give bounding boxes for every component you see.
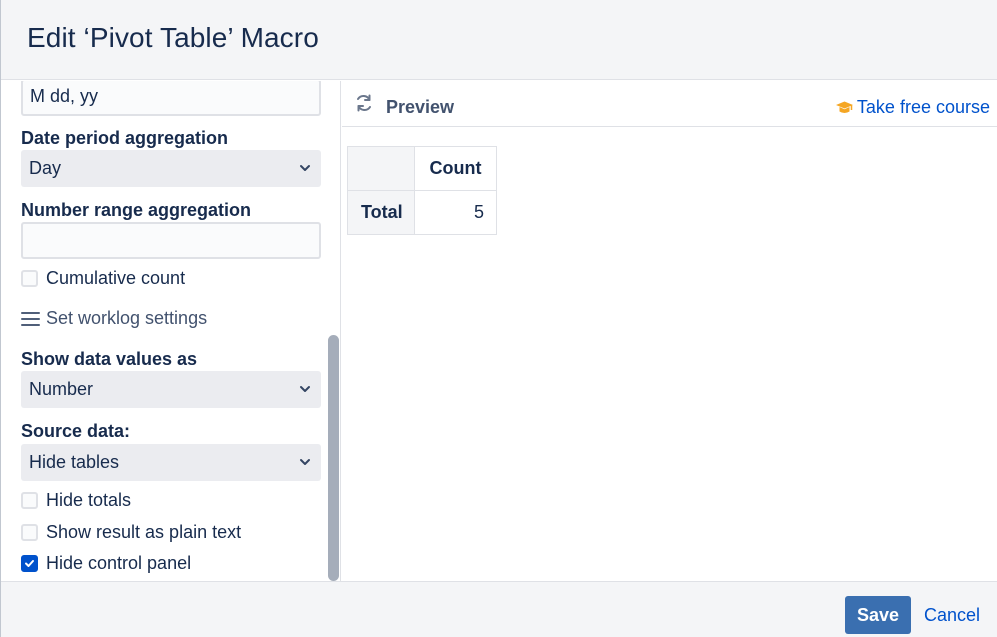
hide-totals-option[interactable]: Hide totals: [21, 489, 131, 511]
chevron-down-icon: [300, 459, 310, 465]
preview-title: Preview: [386, 97, 455, 117]
pivot-column-header: Count: [414, 146, 497, 191]
chevron-down-icon: [300, 165, 310, 171]
save-button[interactable]: Save: [845, 596, 911, 634]
dialog-header: Edit ‘Pivot Table’ Macro: [1, 0, 997, 80]
cumulative-count-label: Cumulative count: [46, 267, 186, 288]
show-values-label: Show data values as: [21, 349, 198, 369]
worklog-settings-link[interactable]: Set worklog settings: [21, 308, 207, 329]
settings-sidebar: M dd, yy Date period aggregation Day Num…: [1, 81, 341, 581]
hide-control-panel-label: Hide control panel: [46, 552, 192, 573]
chevron-down-icon: [300, 386, 310, 392]
pivot-row-header: Total: [347, 190, 415, 235]
pivot-total-value: 5: [414, 190, 497, 235]
pivot-header-row: Count: [347, 146, 497, 191]
date-format-input[interactable]: M dd, yy: [21, 81, 321, 116]
dialog-title: Edit ‘Pivot Table’ Macro: [27, 22, 319, 53]
cancel-button[interactable]: Cancel: [924, 605, 980, 626]
preview-header: Preview Take free course: [342, 81, 997, 127]
cumulative-count-checkbox[interactable]: [21, 269, 38, 287]
source-data-value: Hide tables: [29, 452, 120, 472]
sidebar-scrollbar[interactable]: [328, 335, 339, 581]
source-data-label: Source data:: [21, 421, 131, 441]
pivot-corner-cell: [347, 146, 415, 191]
number-range-label: Number range aggregation: [21, 200, 252, 220]
plain-text-checkbox[interactable]: [21, 523, 38, 541]
edit-macro-dialog: Edit ‘Pivot Table’ Macro M dd, yy Date p…: [0, 0, 997, 637]
hide-totals-checkbox[interactable]: [21, 491, 38, 509]
show-values-value: Number: [29, 379, 94, 399]
worklog-settings-label: Set worklog settings: [46, 308, 208, 328]
hide-control-panel-option[interactable]: Hide control panel: [21, 552, 191, 574]
refresh-icon[interactable]: [354, 93, 374, 113]
dialog-footer: Save Cancel: [1, 581, 997, 637]
hide-control-panel-checkbox[interactable]: [21, 554, 38, 572]
date-period-label: Date period aggregation: [21, 128, 229, 148]
hide-totals-label: Hide totals: [46, 489, 132, 510]
checkmark-icon: [25, 559, 34, 567]
source-data-select[interactable]: Hide tables: [21, 444, 321, 481]
graduation-cap-icon: [835, 101, 853, 113]
take-free-course-label: Take free course: [856, 97, 990, 117]
date-period-value: Day: [29, 158, 62, 178]
menu-icon: [21, 311, 40, 326]
show-values-select[interactable]: Number: [21, 371, 321, 408]
pivot-table: Count Total 5: [347, 146, 497, 235]
number-range-input[interactable]: [21, 222, 321, 259]
cumulative-count-option[interactable]: Cumulative count: [21, 267, 185, 289]
take-free-course-link[interactable]: Take free course: [835, 97, 990, 118]
date-period-select[interactable]: Day: [21, 150, 321, 187]
plain-text-option[interactable]: Show result as plain text: [21, 521, 241, 543]
plain-text-label: Show result as plain text: [46, 521, 242, 542]
pivot-total-row: Total 5: [347, 190, 497, 235]
